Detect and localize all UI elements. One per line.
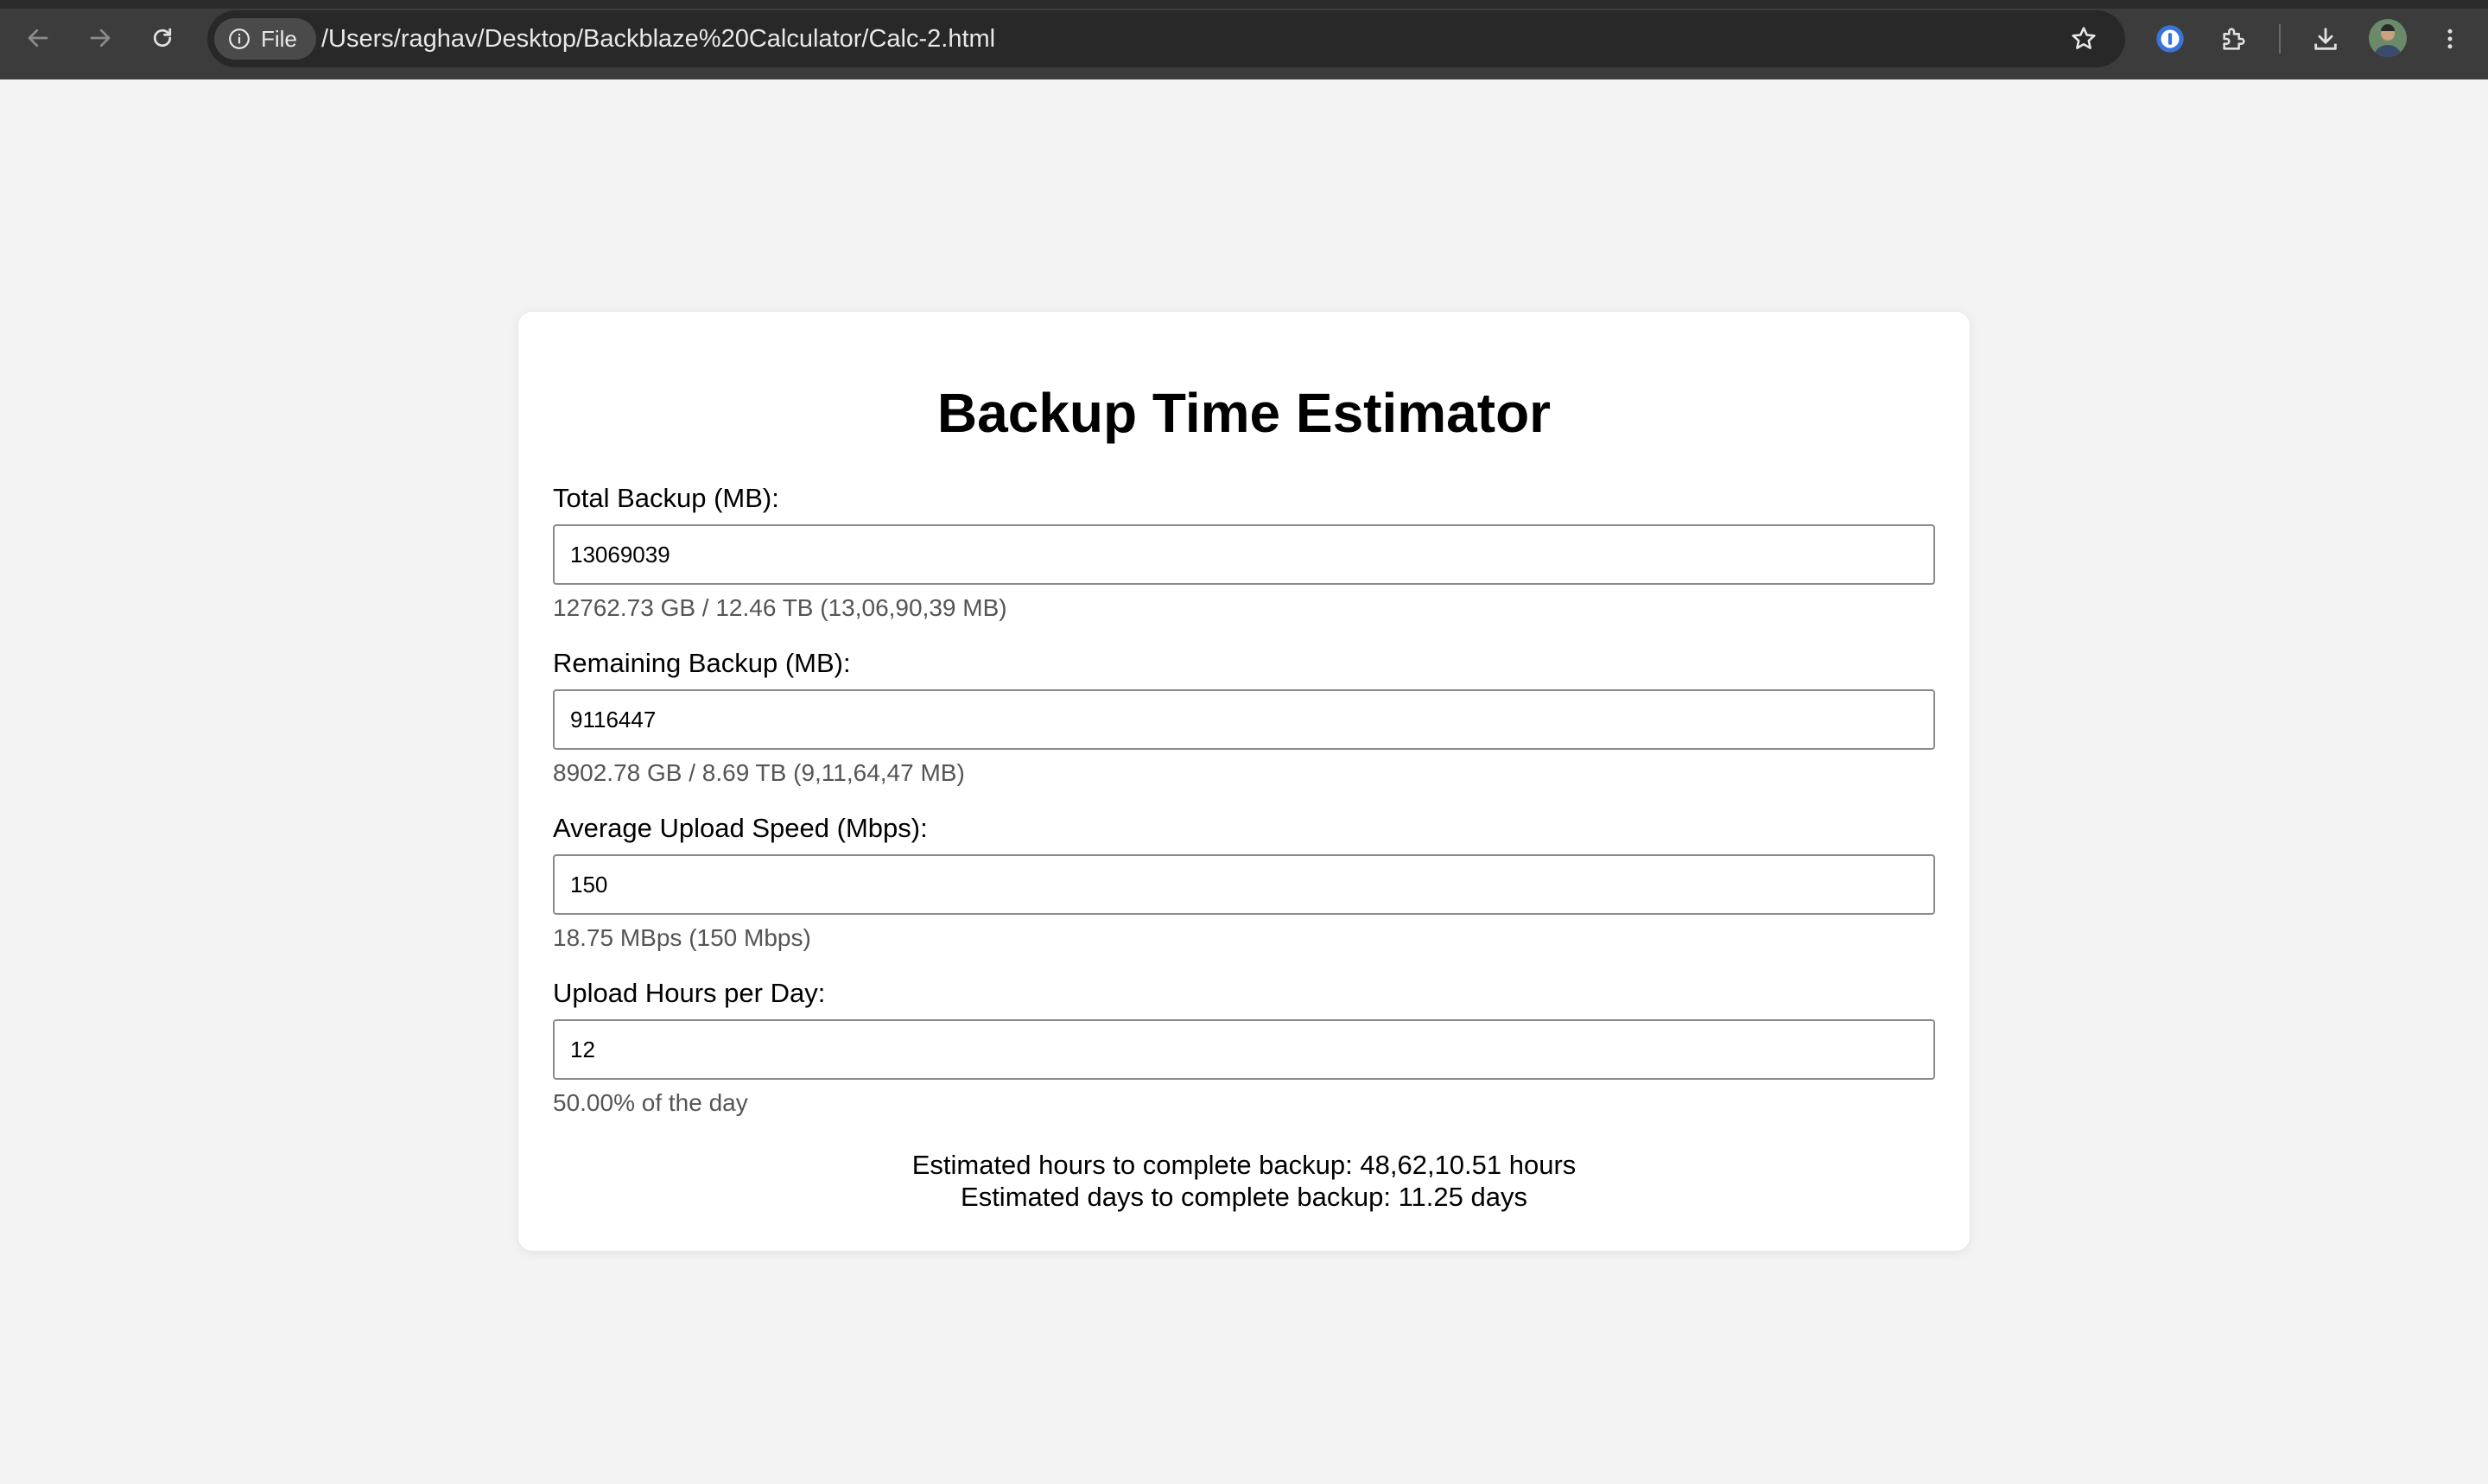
kebab-menu-icon [2447,29,2453,49]
total-backup-input[interactable] [553,524,1935,585]
remaining-backup-input[interactable] [553,689,1935,750]
toolbar-divider [2279,24,2281,54]
estimated-hours-result: Estimated hours to complete backup: 48,6… [911,1150,1577,1180]
site-info-chip[interactable]: File [214,18,316,60]
tab-strip [0,0,2488,9]
url-text[interactable]: /Users/raghav/Desktop/Backblaze%20Calcul… [321,10,995,67]
puzzle-icon [2223,28,2245,50]
arrow-right-icon [90,29,111,48]
browser-toolbar: File /Users/raghav/Desktop/Backblaze%20C… [0,0,2488,79]
arrow-left-icon [28,29,48,48]
upload-hours-note: 50.00% of the day [553,1089,748,1116]
download-icon [2314,28,2337,50]
downloads-button[interactable] [2303,16,2348,61]
total-backup-note: 12762.73 GB / 12.46 TB (13,06,90,39 MB) [553,594,1007,621]
remaining-backup-note: 8902.78 GB / 8.69 TB (9,11,64,47 MB) [553,759,965,786]
profile-picture [2369,19,2407,57]
estimated-days-result: Estimated days to complete backup: 11.25… [961,1182,1527,1212]
password-manager-icon [2156,25,2184,53]
info-icon [229,29,250,49]
forward-button[interactable] [78,16,123,60]
star-icon [2072,27,2096,49]
reload-button[interactable] [140,16,185,60]
upload-hours-label: Upload Hours per Day: [553,978,826,1008]
page-title: Backup Time Estimator [936,382,1552,444]
total-backup-label: Total Backup (MB): [553,483,779,513]
extensions-button[interactable] [2212,16,2256,61]
estimator-card: Backup Time Estimator Total Backup (MB):… [518,312,1970,1251]
upload-speed-note: 18.75 MBps (150 Mbps) [553,924,811,951]
back-button[interactable] [16,16,60,60]
bookmark-button[interactable] [2063,18,2104,60]
address-bar[interactable]: File /Users/raghav/Desktop/Backblaze%20C… [207,10,2125,67]
avatar[interactable] [2369,19,2407,57]
upload-speed-input[interactable] [553,854,1935,915]
password-manager-button[interactable] [2148,16,2193,61]
upload-hours-input[interactable] [553,1019,1935,1080]
file-chip-label: File [261,25,297,52]
remaining-backup-label: Remaining Backup (MB): [553,648,851,678]
menu-button[interactable] [2428,16,2472,61]
reload-icon [153,28,172,48]
upload-speed-label: Average Upload Speed (Mbps): [553,813,928,843]
